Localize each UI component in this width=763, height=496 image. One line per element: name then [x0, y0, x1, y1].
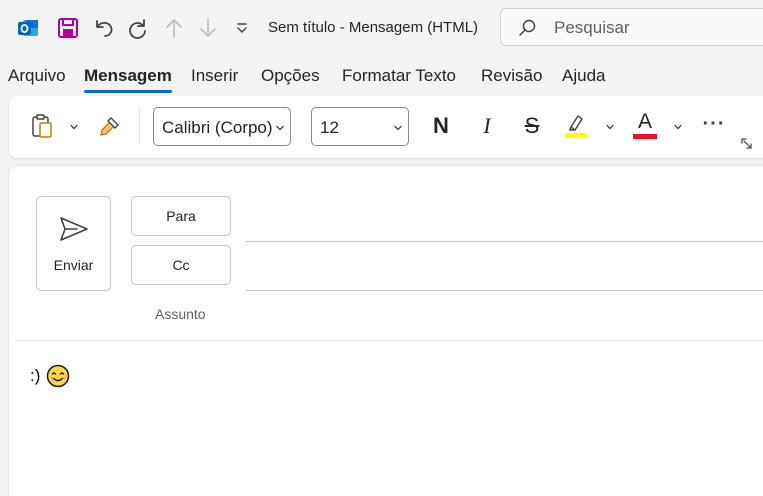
font-color-swatch	[633, 134, 657, 139]
highlight-button[interactable]	[562, 110, 590, 140]
message-body[interactable]: :)	[30, 364, 70, 388]
customize-qat-icon[interactable]	[232, 18, 252, 38]
undo-icon[interactable]	[92, 16, 116, 40]
tab-arquivo[interactable]: Arquivo	[8, 66, 66, 86]
font-name-value: Calibri (Corpo)	[162, 118, 273, 137]
chevron-down-icon	[392, 121, 404, 133]
tab-ajuda[interactable]: Ajuda	[562, 66, 605, 86]
font-name-select[interactable]: Calibri (Corpo)	[153, 107, 291, 146]
highlight-dropdown-chevron-icon[interactable]	[603, 120, 617, 134]
dialog-launcher-icon[interactable]	[740, 137, 752, 149]
cc-field[interactable]	[246, 290, 763, 291]
font-color-glyph: A	[637, 110, 652, 133]
tab-mensagem[interactable]: Mensagem	[84, 66, 172, 93]
strikethrough-button[interactable]: S	[518, 112, 546, 140]
ribbon-tabs: Arquivo Mensagem Inserir Opções Formatar…	[0, 66, 763, 93]
ribbon-toolbar: Calibri (Corpo) 12 N I S A ···	[9, 96, 763, 158]
compose-pane: Enviar Para Cc Assunto :)	[9, 166, 763, 496]
to-field[interactable]	[246, 241, 763, 242]
ribbon-separator	[139, 108, 140, 144]
chevron-down-icon	[274, 121, 286, 133]
cc-button[interactable]: Cc	[131, 245, 231, 285]
to-button[interactable]: Para	[131, 196, 231, 236]
tab-opcoes[interactable]: Opções	[261, 66, 320, 86]
search-placeholder: Pesquisar	[554, 18, 630, 37]
window-title: Sem título - Mensagem (HTML)	[268, 19, 479, 36]
send-icon	[58, 215, 90, 243]
bold-button[interactable]: N	[427, 112, 455, 140]
arrow-up-icon[interactable]	[162, 16, 186, 40]
italic-button[interactable]: I	[473, 112, 501, 140]
tab-revisao[interactable]: Revisão	[481, 66, 542, 86]
tab-formatar-texto[interactable]: Formatar Texto	[342, 66, 456, 86]
send-label: Enviar	[53, 257, 94, 273]
font-color-button[interactable]: A	[631, 110, 659, 140]
save-icon[interactable]	[56, 16, 80, 40]
header-body-divider	[15, 340, 763, 341]
subject-field[interactable]: Assunto	[155, 306, 206, 322]
arrow-down-icon[interactable]	[196, 16, 220, 40]
body-text: :)	[30, 366, 41, 385]
search-input[interactable]: Pesquisar	[500, 8, 763, 46]
smiling-face-emoji-icon	[46, 364, 70, 388]
outlook-app-icon[interactable]	[16, 16, 40, 40]
paste-dropdown-chevron-icon[interactable]	[67, 120, 81, 134]
font-color-dropdown-chevron-icon[interactable]	[671, 120, 685, 134]
font-size-value: 12	[320, 118, 339, 137]
title-bar: Sem título - Mensagem (HTML) Pesquisar	[0, 0, 763, 56]
send-button[interactable]: Enviar	[36, 196, 111, 291]
tab-inserir[interactable]: Inserir	[191, 66, 238, 86]
search-icon	[517, 18, 537, 38]
paste-icon[interactable]	[29, 112, 55, 140]
font-size-select[interactable]: 12	[311, 107, 409, 146]
format-painter-icon[interactable]	[97, 112, 123, 140]
redo-icon[interactable]	[126, 16, 150, 40]
more-options-button[interactable]: ···	[699, 112, 729, 136]
